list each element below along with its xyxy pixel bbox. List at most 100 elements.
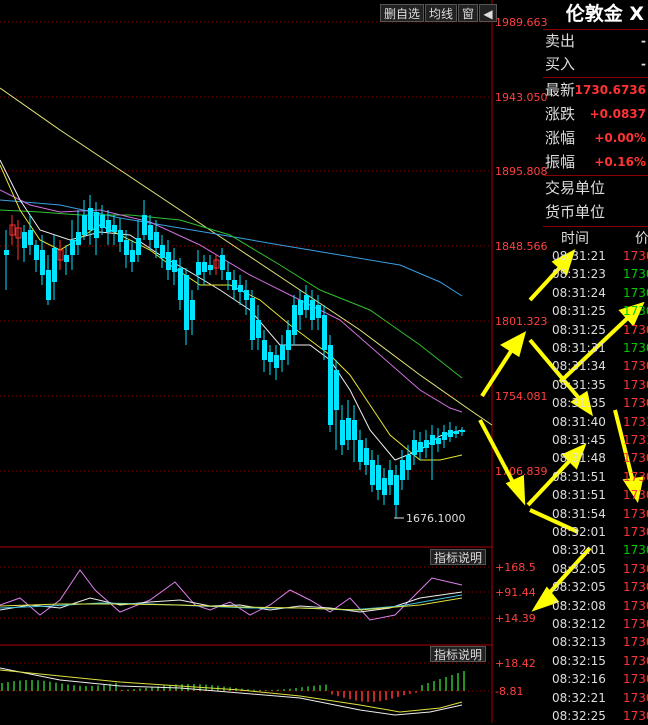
indicator2-axis-label: -8.81	[495, 685, 523, 698]
tick-price: 1730	[623, 396, 648, 411]
candle-body	[358, 440, 363, 462]
candle-body	[412, 440, 417, 455]
candle-body	[4, 250, 9, 255]
amp-value: +0.16%	[594, 155, 646, 169]
candle-body	[34, 245, 39, 260]
tick-row: 08:31:51 1730	[543, 468, 648, 486]
candle-body	[142, 215, 147, 235]
ma-line-yellow-long	[0, 87, 493, 426]
tick-price: 1730	[623, 543, 648, 558]
candle-body	[118, 230, 123, 242]
tick-row: 08:32:12 1730	[543, 615, 648, 633]
candle-body	[64, 255, 69, 262]
tick-row: 08:32:16 1730	[543, 670, 648, 688]
tick-time: 08:31:21	[552, 249, 606, 263]
candle-body	[124, 240, 129, 255]
ma-line-magenta	[0, 189, 463, 413]
currency-unit-row: 货币单位	[543, 200, 648, 224]
tick-time: 08:31:35	[552, 377, 606, 392]
collapse-arrow-icon[interactable]: ◀	[479, 4, 498, 22]
candle-body	[280, 345, 285, 360]
candle-body	[160, 245, 165, 258]
trade-unit-label: 交易单位	[545, 179, 606, 197]
candle-body	[310, 300, 315, 320]
sell-row: 卖出 -	[543, 29, 648, 53]
candle-body	[316, 305, 321, 318]
change-label: 涨跌	[545, 105, 576, 123]
tick-header-time: 时间	[561, 231, 589, 247]
tick-time: 08:32:15	[552, 653, 606, 668]
tick-time: 08:32:08	[552, 598, 606, 613]
indicator1-help-button[interactable]: 指标说明	[430, 549, 487, 565]
tick-price: 1730	[623, 653, 648, 668]
tick-row: 08:31:23 1730	[543, 265, 648, 283]
candle-body	[340, 420, 345, 445]
quote-panel: 伦敦金 X 卖出 - 买入 - 最新 1730.6736 涨跌 +0.0837 …	[543, 0, 648, 723]
tick-price: 1730	[623, 377, 648, 392]
candle-body	[454, 431, 459, 434]
change-row: 涨跌 +0.0837	[543, 102, 648, 126]
tick-price: 1730	[623, 580, 648, 595]
candle-body	[190, 300, 195, 320]
indicator2-help-button[interactable]: 指标说明	[430, 646, 487, 662]
tick-time: 08:31:25	[552, 304, 606, 319]
indicator1-axis-label: +14.39	[495, 612, 536, 625]
candle-body	[46, 270, 51, 300]
candle-body	[154, 232, 159, 248]
tick-price: 1730	[623, 635, 648, 650]
candle-body	[88, 208, 93, 230]
candle-body	[424, 440, 429, 448]
candle-body	[208, 265, 213, 270]
tick-price: 1730	[623, 617, 648, 631]
candle-body	[400, 460, 405, 480]
tick-row: 08:32:13 1730	[543, 633, 648, 651]
candle-body	[376, 465, 381, 490]
tick-row: 08:31:35 1730	[543, 376, 648, 394]
candle-body	[94, 212, 99, 238]
candle-body	[244, 290, 249, 300]
ma-line-button[interactable]: 均线	[425, 4, 458, 22]
indicator1-line-magenta	[0, 569, 463, 621]
candle-body	[268, 352, 273, 362]
tick-time: 08:31:54	[552, 506, 606, 521]
tick-row: 08:32:01 1730	[543, 541, 648, 559]
indicator2-bars	[1, 671, 465, 702]
price-axis-label: 1895.808	[495, 165, 548, 178]
tick-time: 08:32:16	[552, 672, 606, 687]
candle-body	[100, 215, 105, 228]
pct-label: 涨幅	[545, 129, 576, 147]
window-button[interactable]: 窗	[458, 4, 479, 22]
tick-time: 08:31:45	[552, 433, 606, 447]
candle-body	[220, 255, 225, 270]
price-axis-label: 1848.566	[495, 240, 548, 253]
candle-body	[166, 252, 171, 270]
tick-time: 08:31:24	[552, 285, 606, 300]
tick-price: 1730	[623, 709, 648, 723]
tick-time: 08:31:51	[552, 488, 606, 503]
pct-value: +0.00%	[594, 131, 646, 145]
buy-label: 买入	[545, 55, 576, 73]
tick-row: 08:32:25 1730	[543, 707, 648, 725]
candle-body	[256, 320, 261, 338]
candle-body	[232, 280, 237, 290]
tick-time: 08:31:48	[552, 451, 606, 466]
tick-time: 08:31:23	[552, 267, 606, 282]
candle-body	[52, 248, 57, 282]
candle-body	[388, 470, 393, 485]
candle-body	[82, 215, 87, 235]
buy-value: -	[641, 57, 646, 71]
candle-body	[22, 232, 27, 248]
latest-value: 1730.6736	[574, 83, 646, 97]
tick-table-header: 时间 价	[543, 227, 648, 247]
candle-body	[460, 430, 465, 432]
tick-price: 1731	[623, 414, 648, 429]
candle-body	[364, 448, 369, 465]
sell-label: 卖出	[545, 32, 576, 50]
candle-body	[148, 225, 153, 240]
candle-body	[184, 275, 189, 330]
delete-watchlist-button[interactable]: 删自选	[380, 4, 425, 22]
tick-time: 08:32:13	[552, 635, 606, 650]
indicator2-axis-label: +18.42	[495, 657, 536, 670]
low-price-marker: 1676.1000	[406, 512, 466, 525]
tick-time: 08:31:31	[552, 341, 606, 355]
